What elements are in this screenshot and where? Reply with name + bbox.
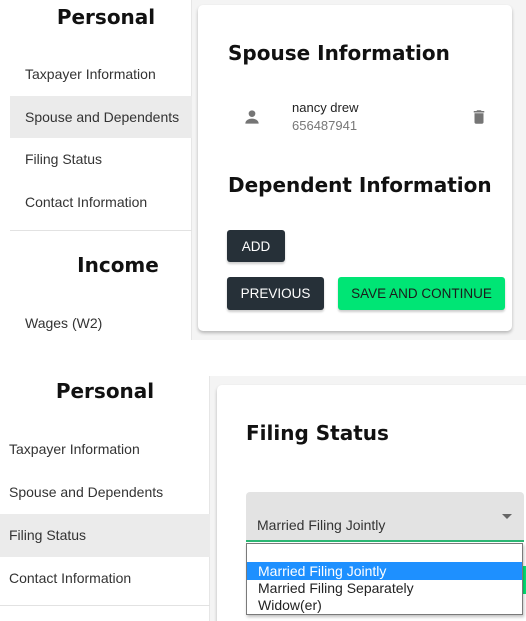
option-married-filing-jointly[interactable]: Married Filing Jointly bbox=[247, 562, 522, 580]
trash-icon[interactable] bbox=[470, 107, 488, 127]
sidebar-item-contact-information[interactable]: Contact Information bbox=[10, 181, 192, 223]
sidebar-item-spouse-and-dependents[interactable]: Spouse and Dependents bbox=[0, 471, 210, 514]
previous-button[interactable]: Previous bbox=[227, 277, 324, 310]
sidebar-nav: Personal Taxpayer Information Spouse and… bbox=[0, 0, 192, 340]
spouse-dependents-card: Spouse Information nancy drew 656487941 … bbox=[198, 5, 512, 331]
option-widower[interactable]: Widow(er) bbox=[247, 596, 522, 614]
option-empty[interactable] bbox=[247, 545, 522, 563]
sidebar-item-filing-status[interactable]: Filing Status bbox=[0, 514, 210, 557]
filing-status-select[interactable]: Married Filing Jointly bbox=[246, 492, 524, 542]
sidebar-item-taxpayer-information[interactable]: Taxpayer Information bbox=[10, 53, 192, 95]
sidebar-heading-income: Income bbox=[77, 253, 159, 277]
filing-status-select-value: Married Filing Jointly bbox=[257, 517, 386, 533]
sidebar-item-filing-status[interactable]: Filing Status bbox=[10, 138, 192, 180]
filing-status-title: Filing Status bbox=[246, 421, 389, 445]
sidebar-item-taxpayer-information[interactable]: Taxpayer Information bbox=[0, 428, 210, 471]
spouse-name: nancy drew bbox=[292, 100, 359, 115]
sidebar-nav: Personal Taxpayer Information Spouse and… bbox=[0, 376, 210, 621]
spouse-dependents-screen: Personal Taxpayer Information Spouse and… bbox=[0, 0, 526, 340]
sidebar-heading-personal: Personal bbox=[56, 5, 156, 29]
dropdown-arrow-icon[interactable] bbox=[502, 514, 512, 519]
option-married-filing-separately[interactable]: Married Filing Separately bbox=[247, 579, 522, 597]
sidebar-item-wages-w2[interactable]: Wages (W2) bbox=[10, 302, 192, 344]
dependent-information-title: Dependent Information bbox=[228, 173, 492, 197]
save-and-continue-button[interactable]: Save and Continue bbox=[338, 277, 505, 310]
add-dependent-button[interactable]: Add bbox=[227, 230, 285, 262]
sidebar-divider bbox=[0, 605, 210, 606]
spouse-ssn: 656487941 bbox=[292, 118, 358, 133]
person-icon bbox=[245, 110, 259, 124]
sidebar-heading-personal: Personal bbox=[55, 379, 155, 403]
sidebar-item-spouse-and-dependents[interactable]: Spouse and Dependents bbox=[10, 96, 192, 138]
sidebar-item-contact-information[interactable]: Contact Information bbox=[0, 557, 210, 600]
filing-status-options-list: Married Filing Jointly Married Filing Se… bbox=[246, 543, 523, 615]
sidebar-divider bbox=[10, 230, 192, 231]
spouse-information-title: Spouse Information bbox=[228, 41, 450, 65]
